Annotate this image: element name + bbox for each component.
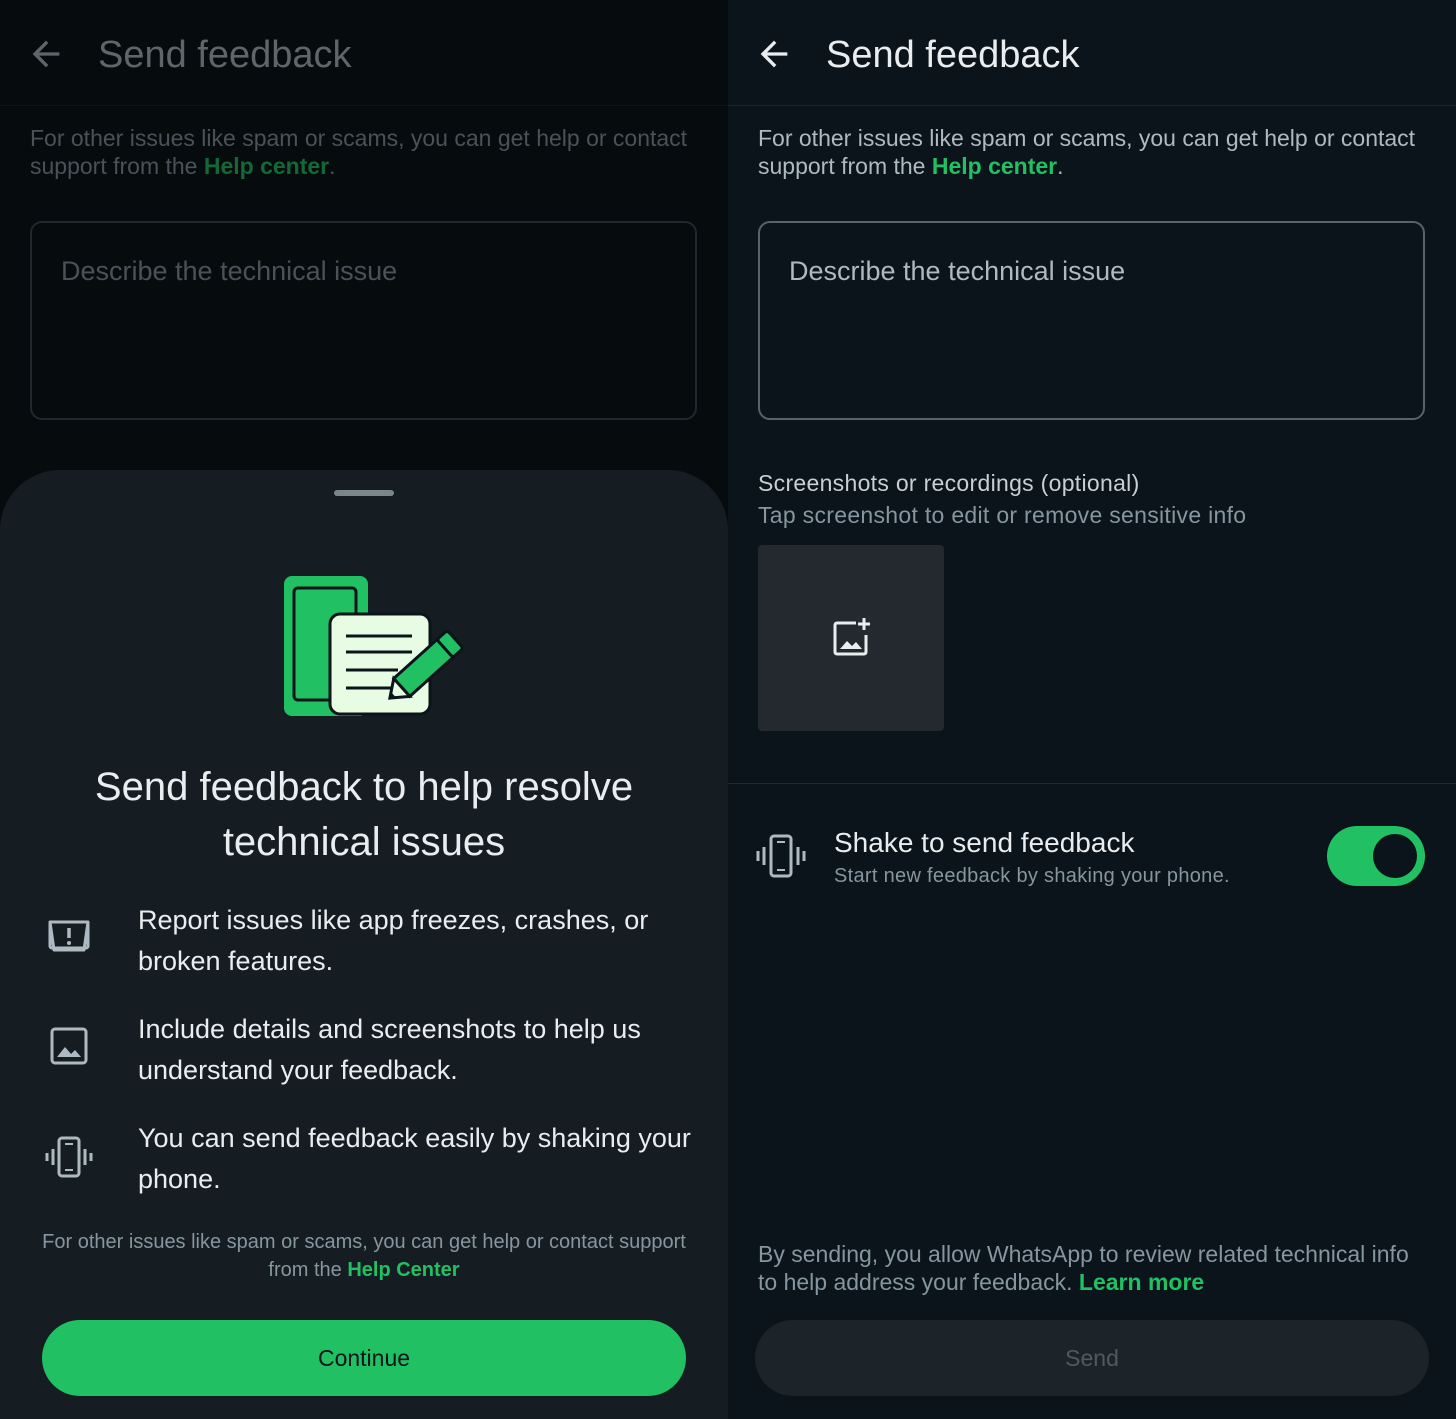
send-button[interactable]: Send — [755, 1320, 1429, 1396]
shake-toggle-switch[interactable] — [1327, 826, 1425, 886]
help-notice-text: For other issues like spam or scams, you… — [758, 125, 1416, 179]
section-divider — [728, 783, 1456, 784]
left-screen: Send feedback For other issues like spam… — [0, 0, 728, 1419]
sheet-help-center-link[interactable]: Help Center — [347, 1259, 459, 1281]
add-image-icon — [833, 618, 870, 656]
issue-description-input[interactable]: Describe the technical issue — [758, 221, 1425, 420]
image-icon — [50, 1027, 88, 1065]
feature-text-report: Report issues like app freezes, crashes,… — [138, 905, 649, 976]
phone-vibrate-icon — [756, 834, 806, 878]
right-screen: Send feedback For other issues like spam… — [728, 0, 1456, 1419]
feature-text-screenshots: Include details and screenshots to help … — [138, 1014, 641, 1085]
sheet-help-notice: For other issues like spam or scams, you… — [40, 1228, 688, 1284]
top-app-bar: Send feedback — [728, 0, 1456, 106]
feature-text-shake: You can send feedback easily by shaking … — [138, 1123, 691, 1194]
add-screenshot-button[interactable] — [758, 545, 944, 731]
help-notice-end: . — [1057, 153, 1064, 179]
phone-vibrate-icon — [45, 1136, 93, 1178]
sheet-drag-handle[interactable] — [334, 490, 394, 496]
back-arrow-icon[interactable] — [754, 34, 794, 74]
help-notice: For other issues like spam or scams, you… — [758, 124, 1418, 180]
screenshots-sublabel: Tap screenshot to edit or remove sensiti… — [758, 502, 1247, 528]
consent-notice: By sending, you allow WhatsApp to review… — [758, 1240, 1428, 1296]
report-issue-icon — [48, 920, 90, 952]
learn-more-link[interactable]: Learn more — [1079, 1269, 1204, 1295]
shake-setting-title: Shake to send feedback — [834, 827, 1135, 858]
toggle-knob — [1373, 834, 1417, 878]
issue-description-placeholder: Describe the technical issue — [789, 256, 1126, 286]
sheet-title: Send feedback to help resolve technical … — [94, 765, 634, 864]
shake-setting-subtitle: Start new feedback by shaking your phone… — [834, 865, 1230, 887]
page-title: Send feedback — [826, 34, 1080, 76]
onboarding-bottom-sheet: Send feedback to help resolve technical … — [0, 470, 728, 1419]
screenshots-label: Screenshots or recordings (optional) — [758, 470, 1140, 496]
continue-button[interactable]: Continue — [42, 1320, 686, 1396]
help-center-link[interactable]: Help center — [932, 153, 1057, 179]
feedback-illustration-icon — [284, 576, 464, 716]
